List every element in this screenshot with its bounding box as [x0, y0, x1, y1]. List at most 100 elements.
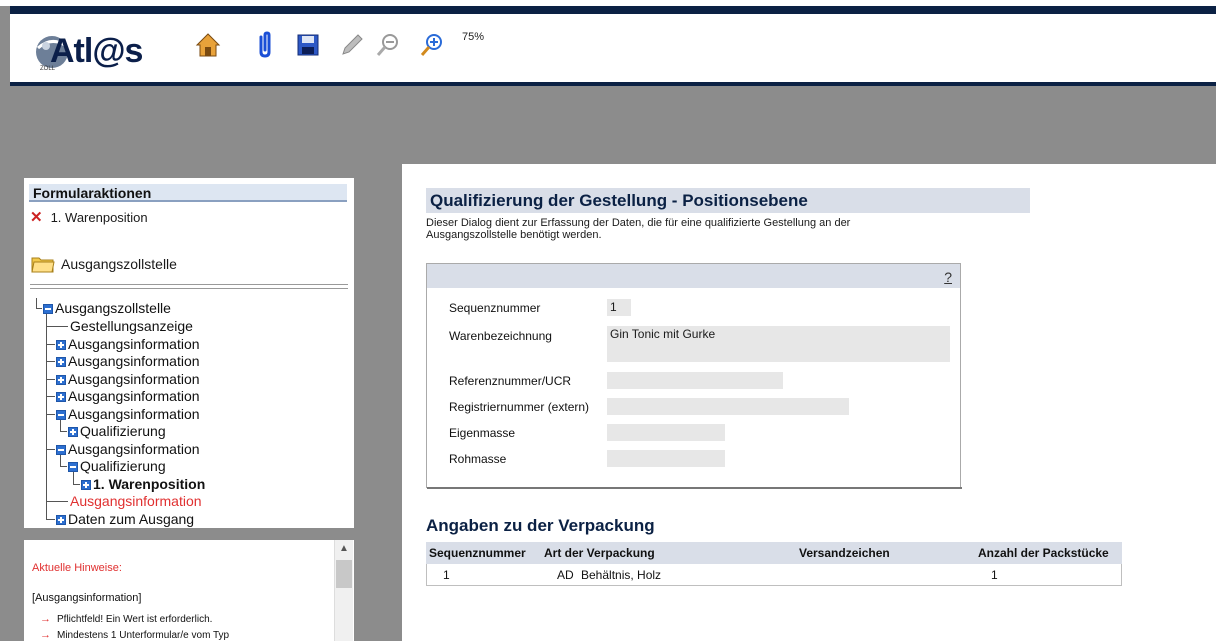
header: Atl@s ZOLL 75%	[10, 14, 1216, 82]
tree-node-label: Ausgangsinformation	[68, 388, 200, 404]
rohmasse-field[interactable]	[607, 450, 725, 467]
tree-node-ausgangsinformation[interactable]: Ausgangsinformation	[56, 441, 200, 458]
tree-node-label: Ausgangsinformation	[70, 493, 202, 509]
main-content: Qualifizierung der Gestellung - Position…	[402, 164, 1216, 641]
tree-node-ausgangszollstelle[interactable]: Ausgangszollstelle	[43, 300, 171, 317]
tree-node-label: Ausgangsinformation	[68, 336, 200, 352]
table-row[interactable]: 1 AD Behältnis, Holz 1	[426, 564, 1122, 586]
form-header: ?	[427, 264, 960, 288]
header-line	[10, 82, 1216, 86]
folder-icon	[31, 257, 55, 273]
hint-item: → Pflichtfeld! Ein Wert ist erforderlich…	[40, 613, 212, 625]
field-label-warenbezeichnung: Warenbezeichnung	[449, 329, 552, 343]
formularaktionen-title: Formularaktionen	[29, 184, 347, 202]
tree-node-label: Daten zum Ausgang	[68, 511, 195, 527]
left-panel: Formularaktionen ✕ 1. Warenposition Ausg…	[24, 178, 354, 528]
collapse-icon[interactable]	[68, 461, 78, 472]
atlas-logo[interactable]: Atl@s ZOLL	[32, 22, 152, 80]
sequenznummer-field[interactable]: 1	[607, 299, 631, 316]
registriernummer-field[interactable]	[607, 398, 849, 415]
field-label-eigenmasse: Eigenmasse	[449, 426, 516, 440]
tree-node-label: Qualifizierung	[80, 423, 166, 439]
expand-icon[interactable]	[56, 339, 66, 350]
page-description: Dieser Dialog dient zur Erfassung der Da…	[426, 217, 851, 241]
paperclip-icon[interactable]	[250, 30, 278, 60]
table-header: Sequenznummer Art der Verpackung Versand…	[426, 542, 1122, 564]
top-bar	[10, 6, 1216, 14]
tree-node-ausgangsinformation[interactable]: Ausgangsinformation	[56, 388, 200, 405]
hints-context: [Ausgangsinformation]	[32, 592, 142, 604]
tree-node-label: Qualifizierung	[80, 458, 166, 474]
folder-label: Ausgangszollstelle	[61, 256, 177, 272]
scroll-thumb[interactable]	[336, 560, 352, 588]
page-title: Qualifizierung der Gestellung - Position…	[426, 188, 1030, 213]
tree-node-label: Ausgangsinformation	[68, 353, 200, 369]
hints-title: Aktuelle Hinweise:	[32, 562, 122, 574]
collapse-icon[interactable]	[43, 303, 53, 314]
eigenmasse-field[interactable]	[607, 424, 725, 441]
field-label-sequenznummer: Sequenznummer	[449, 301, 541, 315]
tree-node-label: Ausgangsinformation	[68, 406, 200, 422]
tree-node-ausgangsinformation[interactable]: Ausgangsinformation	[56, 371, 200, 388]
tree-node-warenposition-selected[interactable]: 1. Warenposition	[81, 476, 205, 493]
tree-node-gestellungsanzeige[interactable]: Gestellungsanzeige	[70, 318, 193, 335]
arrow-right-icon: →	[40, 613, 51, 625]
expand-icon[interactable]	[56, 374, 66, 385]
arrow-right-icon: →	[40, 629, 51, 641]
field-label-registriernummer: Registriernummer (extern)	[449, 400, 590, 414]
tree-node-ausgangsinformation[interactable]: Ausgangsinformation	[56, 336, 200, 353]
field-label-rohmasse: Rohmasse	[449, 452, 507, 466]
save-icon[interactable]	[294, 30, 322, 60]
column-header-anzahl[interactable]: Anzahl der Packstücke	[978, 546, 1109, 560]
warenbezeichnung-field[interactable]: Gin Tonic mit Gurke	[607, 326, 950, 362]
tree-node-label: Ausgangszollstelle	[55, 300, 171, 316]
zoom-level: 75%	[462, 31, 485, 43]
hints-scrollbar[interactable]: ▲	[334, 540, 353, 641]
hint-text: Pflichtfeld! Ein Wert ist erforderlich.	[57, 613, 213, 625]
tree-node-daten-zum-ausgang[interactable]: Daten zum Ausgang	[56, 511, 194, 528]
tree-node-ausgangsinformation[interactable]: Ausgangsinformation	[56, 406, 200, 423]
referenznummer-field[interactable]	[607, 372, 783, 389]
expand-icon[interactable]	[56, 356, 66, 367]
tree-node-label: Gestellungsanzeige	[70, 318, 193, 334]
hint-text: Mindestens 1 Unterformular/e vom Typ	[57, 629, 230, 641]
navigation-tree: Ausgangszollstelle Gestellungsanzeige Au…	[24, 298, 354, 528]
expand-icon[interactable]	[56, 514, 66, 525]
zoom-out-icon[interactable]	[374, 30, 402, 60]
hint-item: → Mindestens 1 Unterformular/e vom Typ	[40, 629, 229, 641]
pencil-icon[interactable]	[338, 30, 366, 60]
tree-node-label: 1. Warenposition	[93, 476, 206, 492]
home-icon[interactable]	[194, 30, 222, 60]
tree-node-qualifizierung[interactable]: Qualifizierung	[68, 423, 166, 440]
collapse-icon[interactable]	[56, 444, 66, 455]
position-form: ? Sequenznummer 1 Warenbezeichnung Gin T…	[426, 263, 962, 489]
expand-icon[interactable]	[56, 391, 66, 402]
tree-node-qualifizierung[interactable]: Qualifizierung	[68, 458, 166, 475]
form-bottom-border	[427, 487, 962, 489]
column-header-art[interactable]: Art der Verpackung	[544, 546, 655, 560]
tree-node-ausgangsinformation[interactable]: Ausgangsinformation	[56, 353, 200, 370]
logo-subtext: ZOLL	[40, 66, 56, 72]
expand-icon[interactable]	[68, 426, 78, 437]
logo-text: Atl@s	[50, 32, 143, 70]
formularaktion-item[interactable]: ✕ 1. Warenposition	[30, 208, 148, 226]
separator	[30, 284, 348, 289]
cell-art: Behältnis, Holz	[581, 568, 662, 582]
expand-icon[interactable]	[81, 479, 91, 490]
hints-panel: Aktuelle Hinweise: [Ausgangsinformation]…	[24, 540, 354, 641]
help-link[interactable]: ?	[944, 269, 952, 285]
delete-icon[interactable]: ✕	[30, 208, 43, 226]
cell-anzahl: 1	[991, 568, 998, 582]
packaging-title: Angaben zu der Verpackung	[426, 516, 655, 535]
scroll-up-icon[interactable]: ▲	[337, 542, 351, 556]
column-header-sequenznummer[interactable]: Sequenznummer	[429, 546, 526, 560]
folder-ausgangszollstelle[interactable]: Ausgangszollstelle	[31, 254, 177, 274]
tree-node-ausgangsinformation-error[interactable]: Ausgangsinformation	[70, 493, 202, 510]
column-header-versandzeichen[interactable]: Versandzeichen	[799, 546, 890, 560]
tree-node-label: Ausgangsinformation	[68, 441, 200, 457]
collapse-icon[interactable]	[56, 409, 66, 420]
cell-seq: 1	[443, 568, 450, 582]
zoom-in-icon[interactable]	[418, 30, 446, 60]
tree-node-label: Ausgangsinformation	[68, 371, 200, 387]
formularaktion-item-label: 1. Warenposition	[50, 209, 148, 225]
